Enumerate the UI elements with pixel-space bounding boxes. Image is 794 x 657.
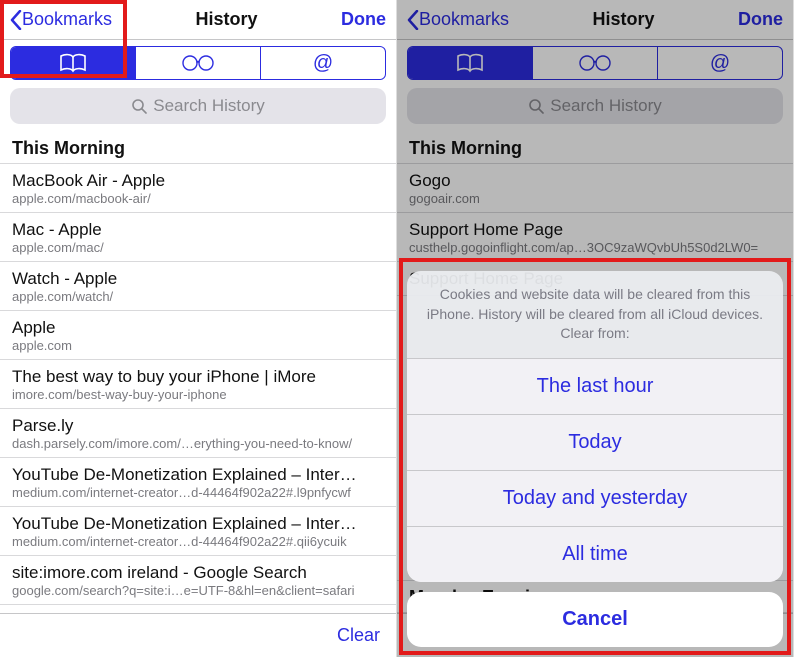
search-icon [131, 98, 147, 114]
sheet-option-today[interactable]: Today [407, 414, 783, 470]
done-button[interactable]: Done [738, 9, 783, 30]
row-title: Support Home Page [409, 220, 781, 240]
list-item[interactable]: Parse.lydash.parsely.com/imore.com/…eryt… [0, 409, 396, 458]
chevron-left-icon [407, 10, 419, 30]
navbar: Bookmarks History Done [0, 0, 396, 40]
sheet-option-last-hour[interactable]: The last hour [407, 358, 783, 414]
action-sheet: Cookies and website data will be cleared… [407, 271, 783, 647]
search-wrap: Search History [397, 88, 793, 132]
sheet-group: Cookies and website data will be cleared… [407, 271, 783, 582]
done-button[interactable]: Done [341, 9, 386, 30]
search-placeholder: Search History [153, 96, 264, 116]
search-placeholder: Search History [550, 96, 661, 116]
row-url: custhelp.gogoinflight.com/ap…3OC9zaWQvbU… [409, 240, 781, 255]
row-title: The best way to buy your iPhone | iMore [12, 367, 384, 387]
book-icon [59, 53, 87, 73]
list-item[interactable]: Support Home Pagecusthelp.gogoinflight.c… [397, 213, 793, 262]
row-title: site:imore.com ireland - Google Search [12, 563, 384, 583]
row-url: medium.com/internet-creator…d-44464f902a… [12, 485, 384, 500]
bottom-toolbar: Clear [0, 613, 396, 657]
row-title: MacBook Air - Apple [12, 171, 384, 191]
row-title: Mac - Apple [12, 220, 384, 240]
list-item[interactable]: MacBook Air - Appleapple.com/macbook-air… [0, 164, 396, 213]
sheet-option-today-yesterday[interactable]: Today and yesterday [407, 470, 783, 526]
row-title: YouTube De-Monetization Explained – Inte… [12, 465, 384, 485]
page-title: History [593, 9, 655, 30]
right-pane: Bookmarks History Done @ Search History [397, 0, 794, 657]
segmented-control: @ [407, 46, 783, 80]
list-item[interactable]: Watch - Appleapple.com/watch/ [0, 262, 396, 311]
list-item[interactable]: Gogogogoair.com [397, 164, 793, 213]
list-item[interactable]: site:imore.com ireland - Google Searchgo… [0, 556, 396, 605]
row-title: YouTube De-Monetization Explained – Inte… [12, 514, 384, 534]
segment-bookmarks[interactable] [11, 47, 136, 79]
row-url: dash.parsely.com/imore.com/…erything-you… [12, 436, 384, 451]
row-title: Gogo [409, 171, 781, 191]
segmented-control: @ [10, 46, 386, 80]
segment-reading-list[interactable] [533, 47, 658, 79]
list-item[interactable]: Apple Watch Series 1 - Appleapple.com/ap… [0, 605, 396, 613]
back-label: Bookmarks [419, 9, 509, 30]
sheet-cancel-button[interactable]: Cancel [407, 592, 783, 647]
list-item[interactable]: The best way to buy your iPhone | iMorei… [0, 360, 396, 409]
row-url: apple.com/mac/ [12, 240, 384, 255]
clear-button[interactable]: Clear [337, 625, 380, 646]
row-url: medium.com/internet-creator…d-44464f902a… [12, 534, 384, 549]
page-title: History [196, 9, 258, 30]
history-list[interactable]: MacBook Air - Appleapple.com/macbook-air… [0, 164, 396, 613]
row-title: Parse.ly [12, 416, 384, 436]
row-url: google.com/search?q=site:i…e=UTF-8&hl=en… [12, 583, 384, 598]
list-item[interactable]: YouTube De-Monetization Explained – Inte… [0, 458, 396, 507]
list-item[interactable]: YouTube De-Monetization Explained – Inte… [0, 507, 396, 556]
section-header: This Morning [0, 132, 396, 164]
navbar: Bookmarks History Done [397, 0, 793, 40]
row-url: apple.com [12, 338, 384, 353]
back-button[interactable]: Bookmarks [407, 9, 509, 30]
glasses-icon [578, 54, 612, 72]
search-input[interactable]: Search History [10, 88, 386, 124]
row-title: Watch - Apple [12, 269, 384, 289]
search-icon [528, 98, 544, 114]
sheet-header: Cookies and website data will be cleared… [407, 271, 783, 358]
book-icon [456, 53, 484, 73]
back-button[interactable]: Bookmarks [10, 9, 112, 30]
left-pane: Bookmarks History Done @ Search History [0, 0, 397, 657]
sheet-option-all-time[interactable]: All time [407, 526, 783, 582]
section-header: This Morning [397, 132, 793, 164]
list-item[interactable]: Appleapple.com [0, 311, 396, 360]
row-url: gogoair.com [409, 191, 781, 206]
row-title: Apple [12, 318, 384, 338]
back-label: Bookmarks [22, 9, 112, 30]
segment-shared-links[interactable]: @ [658, 47, 782, 79]
row-url: imore.com/best-way-buy-your-iphone [12, 387, 384, 402]
row-url: apple.com/macbook-air/ [12, 191, 384, 206]
list-item[interactable]: Mac - Appleapple.com/mac/ [0, 213, 396, 262]
row-url: apple.com/watch/ [12, 289, 384, 304]
search-input[interactable]: Search History [407, 88, 783, 124]
segment-bookmarks[interactable] [408, 47, 533, 79]
chevron-left-icon [10, 10, 22, 30]
segment-shared-links[interactable]: @ [261, 47, 385, 79]
glasses-icon [181, 54, 215, 72]
at-icon: @ [710, 52, 730, 75]
search-wrap: Search History [0, 88, 396, 132]
segment-reading-list[interactable] [136, 47, 261, 79]
at-icon: @ [313, 52, 333, 75]
